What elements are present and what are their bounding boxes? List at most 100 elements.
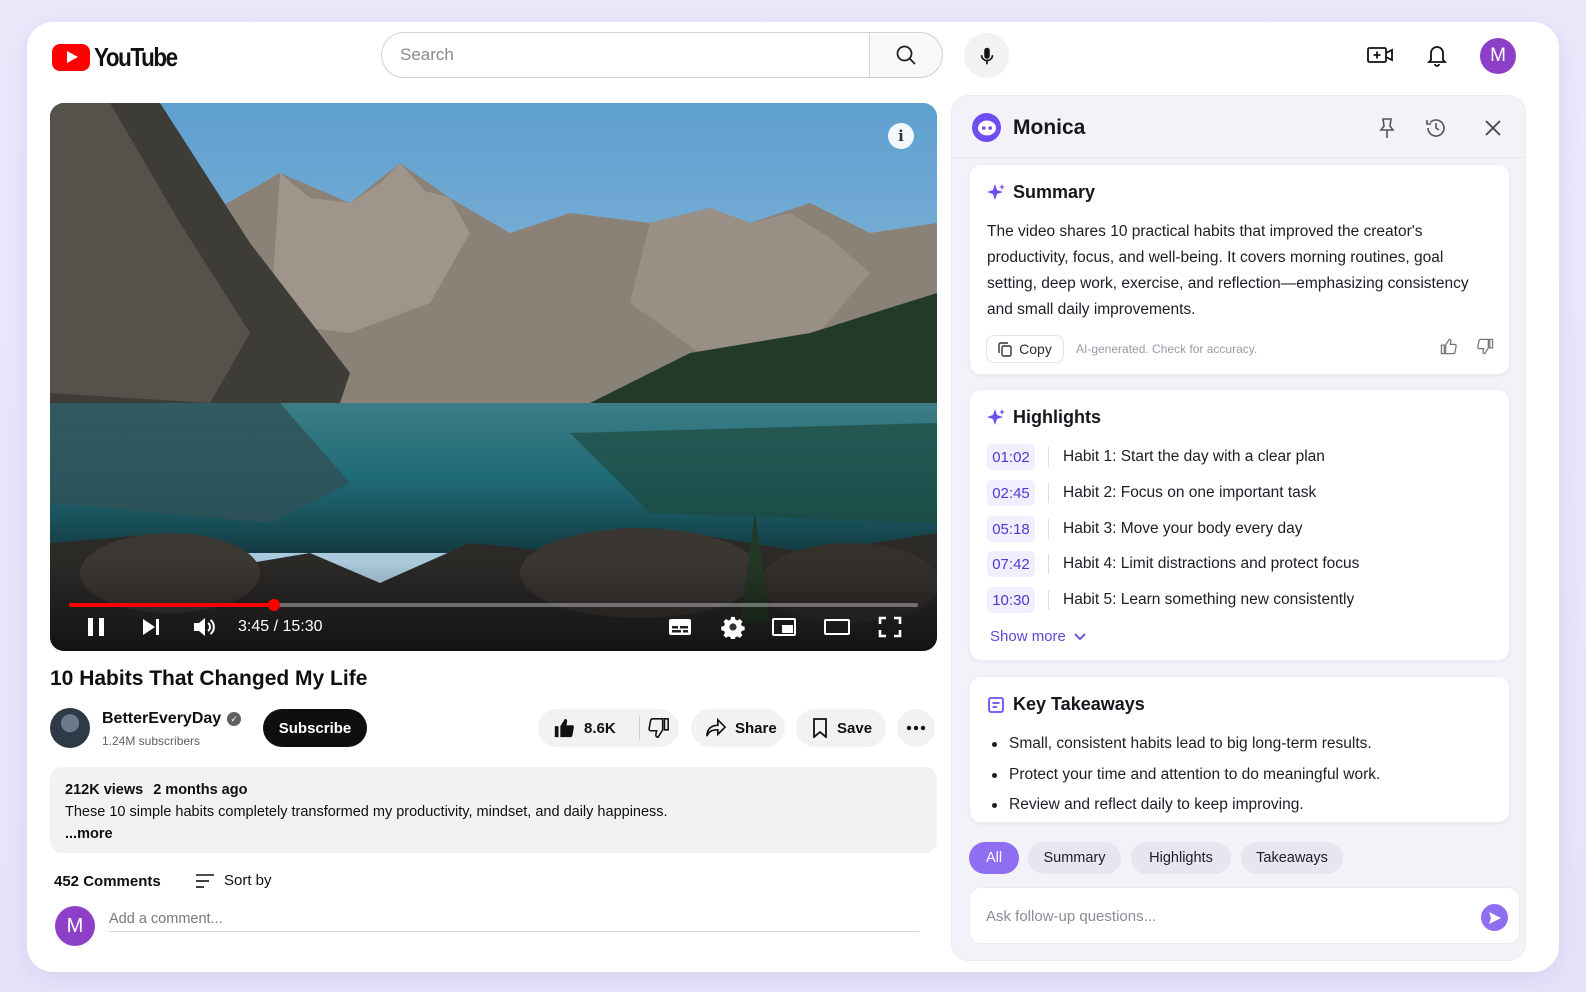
sort-icon [196, 873, 214, 888]
notes-icon [988, 696, 1004, 713]
channel-name[interactable]: BetterEveryDay ✓ [102, 710, 242, 728]
highlight-item[interactable]: 07:42 Habit 4: Limit distractions and pro… [987, 551, 1359, 577]
next-icon [143, 619, 159, 635]
copy-icon [998, 341, 1012, 357]
ai-disclaimer: AI-generated. Check for accuracy. [1076, 342, 1258, 356]
monica-title: Monica [1013, 116, 1086, 139]
takeaways-list: Small, consistent habits lead to big lon… [990, 729, 1380, 821]
share-button[interactable]: Share [691, 709, 785, 747]
highlight-item[interactable]: 02:45 Habit 2: Focus on one important tas… [987, 480, 1316, 506]
close-panel-button[interactable] [1480, 115, 1506, 141]
pause-button[interactable] [84, 614, 108, 640]
show-more-highlights-button[interactable]: Show more [990, 628, 1086, 645]
highlight-text: Habit 3: Move your body every day [1063, 520, 1303, 537]
channel-name-text: BetterEveryDay [102, 710, 222, 727]
settings-icon [721, 616, 745, 639]
verified-badge-icon: ✓ [227, 712, 242, 726]
more-horizontal-icon [906, 725, 926, 731]
create-button[interactable] [1364, 39, 1396, 71]
takeaway-item: Small, consistent habits lead to big lon… [990, 729, 1380, 760]
highlight-divider [1048, 590, 1049, 610]
miniplayer-button[interactable] [771, 614, 797, 640]
like-button[interactable]: 8.6K [538, 709, 640, 747]
comments-count: 452 Comments [54, 873, 161, 890]
channel-avatar[interactable] [50, 708, 90, 748]
youtube-logo[interactable]: YouTube [52, 42, 190, 73]
fullscreen-button[interactable] [877, 614, 903, 640]
theater-mode-button[interactable] [823, 614, 851, 640]
description-text: These 10 simple habits completely transf… [65, 804, 668, 820]
highlight-divider [1048, 447, 1049, 467]
upload-age: 2 months ago [153, 782, 248, 798]
thumbs-down-icon [648, 718, 670, 738]
highlight-timestamp[interactable]: 10:30 [987, 587, 1035, 613]
settings-button[interactable] [720, 614, 746, 640]
subtitles-button[interactable] [667, 614, 693, 640]
highlight-divider [1048, 554, 1049, 574]
sort-comments-button[interactable]: Sort by [195, 872, 272, 889]
highlight-item[interactable]: 01:02 Habit 1: Start the day with a clear… [987, 444, 1325, 470]
search-button[interactable] [869, 32, 943, 78]
save-label: Save [837, 719, 873, 737]
highlights-card: Highlights 01:02 Habit 1: Start the day w… [969, 389, 1510, 661]
history-button[interactable] [1423, 115, 1449, 141]
description-box[interactable]: 212K views 2 months ago These 10 simple h… [50, 767, 937, 853]
follow-up-input[interactable] [986, 904, 1466, 928]
highlight-timestamp[interactable]: 07:42 [987, 551, 1035, 577]
takeaway-item: Review and reflect daily to keep improvi… [990, 790, 1380, 821]
save-button[interactable]: Save [796, 709, 886, 747]
highlight-divider [1048, 519, 1049, 539]
summary-thumbs-down-button[interactable] [1474, 335, 1496, 357]
volume-button[interactable] [190, 614, 218, 640]
next-button[interactable] [138, 614, 164, 640]
notifications-button[interactable] [1421, 39, 1453, 71]
bookmark-icon [813, 718, 827, 738]
thumbs-down-icon [1476, 338, 1493, 354]
theater-icon [824, 619, 850, 635]
send-button[interactable] [1481, 904, 1508, 931]
tab-summary[interactable]: Summary [1028, 842, 1121, 874]
highlight-item[interactable]: 10:30 Habit 5: Learn something new consis… [987, 587, 1354, 613]
send-icon [1488, 911, 1501, 924]
search-input[interactable] [381, 32, 869, 78]
thumbs-up-icon [554, 718, 574, 738]
monica-header: Monica [952, 96, 1525, 158]
show-more-label: Show more [990, 628, 1066, 645]
summary-text: The video shares 10 practical habits tha… [987, 223, 1469, 318]
subscribe-button[interactable]: Subscribe [263, 709, 367, 747]
key-takeaways-heading-text: Key Takeaways [1013, 694, 1145, 714]
volume-icon [194, 618, 215, 636]
miniplayer-icon [772, 618, 796, 636]
highlight-text: Habit 5: Learn something new consistentl… [1063, 591, 1355, 608]
highlight-item[interactable]: 05:18 Habit 3: Move your body every day [987, 516, 1303, 542]
highlights-heading-text: Highlights [1013, 407, 1101, 427]
like-count: 8.6K [584, 719, 616, 737]
view-count: 212K views [65, 782, 144, 798]
dislike-button[interactable] [640, 709, 679, 747]
video-player[interactable]: i 3:45 / 15:30 [50, 103, 937, 651]
summary-thumbs-up-button[interactable] [1437, 335, 1459, 357]
highlight-timestamp[interactable]: 05:18 [987, 516, 1035, 542]
search-bar [381, 32, 943, 78]
pin-button[interactable] [1374, 115, 1400, 141]
monica-logo-icon [972, 113, 1001, 142]
info-button[interactable]: i [888, 123, 914, 149]
voice-search-button[interactable] [964, 33, 1009, 78]
tab-takeaways[interactable]: Takeaways [1241, 842, 1343, 874]
like-dislike-group: 8.6K [538, 709, 679, 747]
highlight-timestamp[interactable]: 01:02 [987, 444, 1035, 470]
highlights-heading: Highlights [987, 407, 1101, 428]
description-more-link[interactable]: ...more [65, 823, 922, 845]
key-takeaways-card: Key Takeaways Small, consistent habits l… [969, 676, 1510, 823]
monica-panel: Monica Summary The video shares 10 pract… [951, 95, 1526, 961]
add-comment-input[interactable] [109, 906, 919, 932]
copy-button[interactable]: Copy [986, 335, 1064, 363]
more-actions-button[interactable] [897, 709, 935, 747]
tab-all[interactable]: All [969, 842, 1019, 874]
account-avatar[interactable]: M [1480, 38, 1516, 74]
bell-icon [1426, 46, 1448, 67]
highlight-timestamp[interactable]: 02:45 [987, 480, 1035, 506]
summary-heading-text: Summary [1013, 182, 1096, 202]
tab-highlights[interactable]: Highlights [1131, 842, 1231, 874]
progress-bar[interactable] [69, 599, 918, 611]
